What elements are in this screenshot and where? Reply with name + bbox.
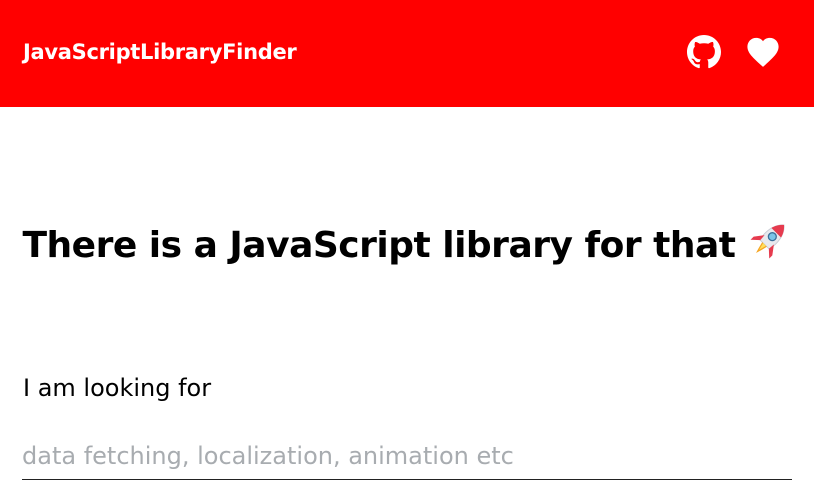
headline-text: There is a JavaScript library for that <box>22 225 736 266</box>
favorites-button[interactable] <box>745 34 781 70</box>
page-headline: There is a JavaScript library for that <box>0 217 814 270</box>
github-icon <box>687 35 721 69</box>
rocket-icon <box>748 217 792 270</box>
brand-link[interactable]: JavaScriptLibraryFinder <box>23 40 297 64</box>
github-link[interactable] <box>686 34 722 70</box>
search-label: I am looking for <box>23 374 212 402</box>
search-input[interactable] <box>22 433 792 480</box>
top-bar: JavaScriptLibraryFinder <box>0 0 814 107</box>
heart-icon <box>747 37 779 67</box>
